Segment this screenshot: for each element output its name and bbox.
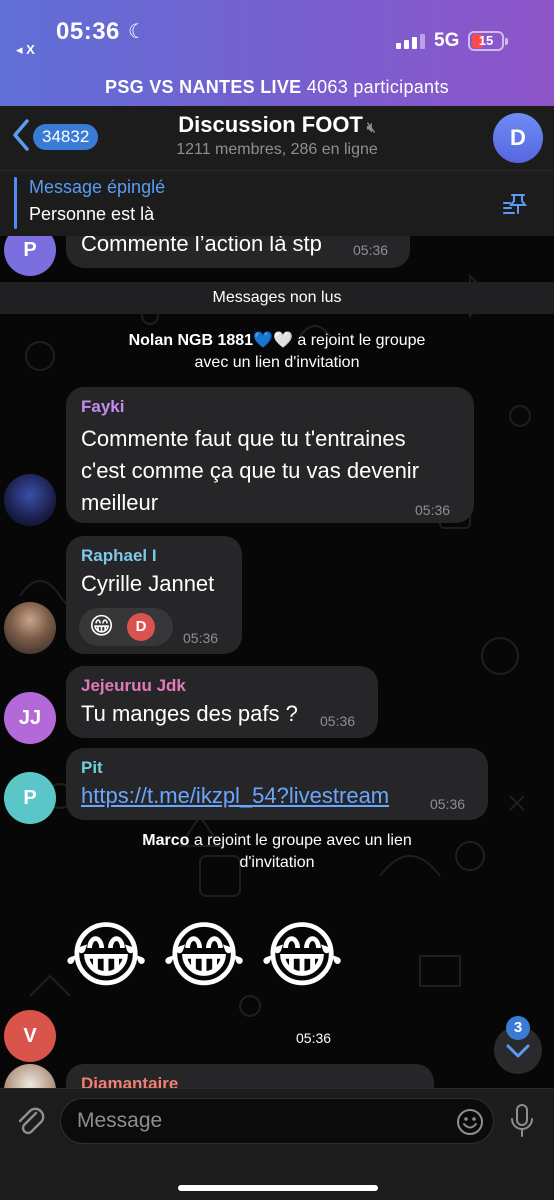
avatar[interactable] — [4, 602, 56, 654]
big-emoji: 😂 — [162, 916, 247, 996]
message-link[interactable]: https://t.me/ikzpl_54?livestream — [81, 780, 389, 811]
message-bubble[interactable]: Diamantaire — [66, 1064, 434, 1088]
message-bubble[interactable]: Jejeuruu Jdk Tu manges des pafs ? 05:36 — [66, 666, 378, 738]
avatar[interactable]: P — [4, 772, 56, 824]
sender-name[interactable]: Pit — [81, 758, 103, 778]
avatar[interactable] — [4, 474, 56, 526]
microphone-icon[interactable] — [508, 1103, 536, 1139]
service-text-2: d'invitation — [239, 854, 315, 871]
message-bubble[interactable]: Raphael I Cyrille Jannet 😁 D 05:36 — [66, 536, 242, 654]
home-indicator — [178, 1185, 378, 1191]
live-stream-banner[interactable]: PSG VS NANTES LIVE 4063 participants — [0, 68, 554, 106]
message-time: 05:36 — [430, 796, 466, 812]
status-bar: 05:36 ☾ ◂ X 5G 15 — [0, 0, 554, 68]
message-time: 05:36 — [183, 630, 219, 646]
message-text: Commente l’action là stp — [81, 236, 322, 256]
status-time: 05:36 — [56, 18, 120, 45]
message-field[interactable] — [60, 1098, 494, 1144]
message-bubble[interactable]: Fayki Commente faut que tu t'entraines c… — [66, 387, 474, 523]
service-text-2: avec un lien d'invitation — [194, 354, 360, 371]
pin-list-icon[interactable] — [502, 191, 532, 217]
chat-avatar[interactable]: D — [493, 113, 543, 163]
network-type: 5G — [434, 30, 460, 51]
message-text-line1: Commente faut que tu t'entraines — [81, 426, 406, 451]
sticker-icon[interactable] — [455, 1107, 485, 1137]
message-time: 05:36 — [296, 1030, 332, 1046]
sender-name[interactable]: Fayki — [81, 397, 124, 417]
service-message: Marco a rejoint le groupe avec un lien d… — [0, 830, 554, 874]
chat-subtitle: 1211 membres, 286 en ligne — [176, 141, 378, 158]
message-bubble[interactable]: Commente l’action là stp 05:36 — [66, 236, 410, 268]
composer — [0, 1088, 554, 1200]
message-bubble[interactable]: Pit https://t.me/ikzpl_54?livestream 05:… — [66, 748, 488, 820]
sender-name[interactable]: Raphael I — [81, 546, 157, 566]
battery-icon: 15 — [468, 31, 508, 51]
signal-icon — [396, 33, 425, 49]
service-user[interactable]: Nolan NGB 1881💙🤍 — [129, 332, 293, 349]
live-title: PSG VS NANTES LIVE — [105, 77, 302, 97]
message-input[interactable] — [77, 1105, 437, 1137]
big-emoji: 😂 — [64, 916, 149, 996]
message-time: 05:36 — [415, 502, 451, 518]
attach-icon[interactable] — [14, 1103, 46, 1139]
big-emoji: 😂 — [260, 916, 345, 996]
pinned-bar — [14, 177, 17, 229]
pinned-message[interactable]: Message épinglé Personne est là — [0, 170, 554, 236]
message-text: Tu manges des pafs ? — [81, 701, 298, 726]
avatar[interactable]: JJ — [4, 692, 56, 744]
avatar[interactable]: V — [4, 1010, 56, 1062]
message-text-line3: meilleur — [81, 490, 159, 515]
chat-title-text: Discussion FOOT — [178, 112, 363, 137]
pinned-text: Personne est là — [29, 204, 155, 224]
muted-icon: 🔇︎ — [366, 119, 376, 135]
service-text: a rejoint le groupe — [297, 332, 426, 349]
moon-icon: ☾ — [128, 21, 146, 43]
unread-mentions-badge: 3 — [506, 1016, 530, 1040]
service-text: a rejoint le groupe avec un lien — [193, 832, 412, 849]
pinned-label: Message épinglé — [29, 177, 166, 197]
unread-divider: Messages non lus — [0, 282, 554, 314]
battery-level: 15 — [478, 33, 494, 48]
message-list[interactable]: P Commente l’action là stp 05:36 Message… — [0, 236, 554, 1088]
sender-name[interactable]: Diamantaire — [81, 1074, 178, 1088]
service-user[interactable]: Marco — [142, 832, 189, 849]
back-to-app-link[interactable]: ◂ X — [16, 42, 35, 58]
message-time: 05:36 — [320, 713, 356, 729]
message-time: 05:36 — [353, 242, 389, 258]
chat-header: 34832 Discussion FOOT 🔇︎ 1211 membres, 28… — [0, 106, 554, 170]
chat-title[interactable]: Discussion FOOT 🔇︎ — [0, 112, 554, 138]
message-text-line2: c'est comme ça que tu vas devenir — [81, 458, 420, 483]
reaction-user-avatar: D — [127, 613, 155, 641]
live-participants: 4063 participants — [306, 77, 449, 97]
reaction-chip[interactable]: 😁 D — [79, 608, 173, 646]
service-message: Nolan NGB 1881💙🤍 a rejoint le groupe ave… — [0, 330, 554, 374]
reaction-emoji: 😁 — [89, 613, 115, 640]
sender-name[interactable]: Jejeuruu Jdk — [81, 676, 186, 696]
message-text: Cyrille Jannet — [81, 571, 215, 596]
